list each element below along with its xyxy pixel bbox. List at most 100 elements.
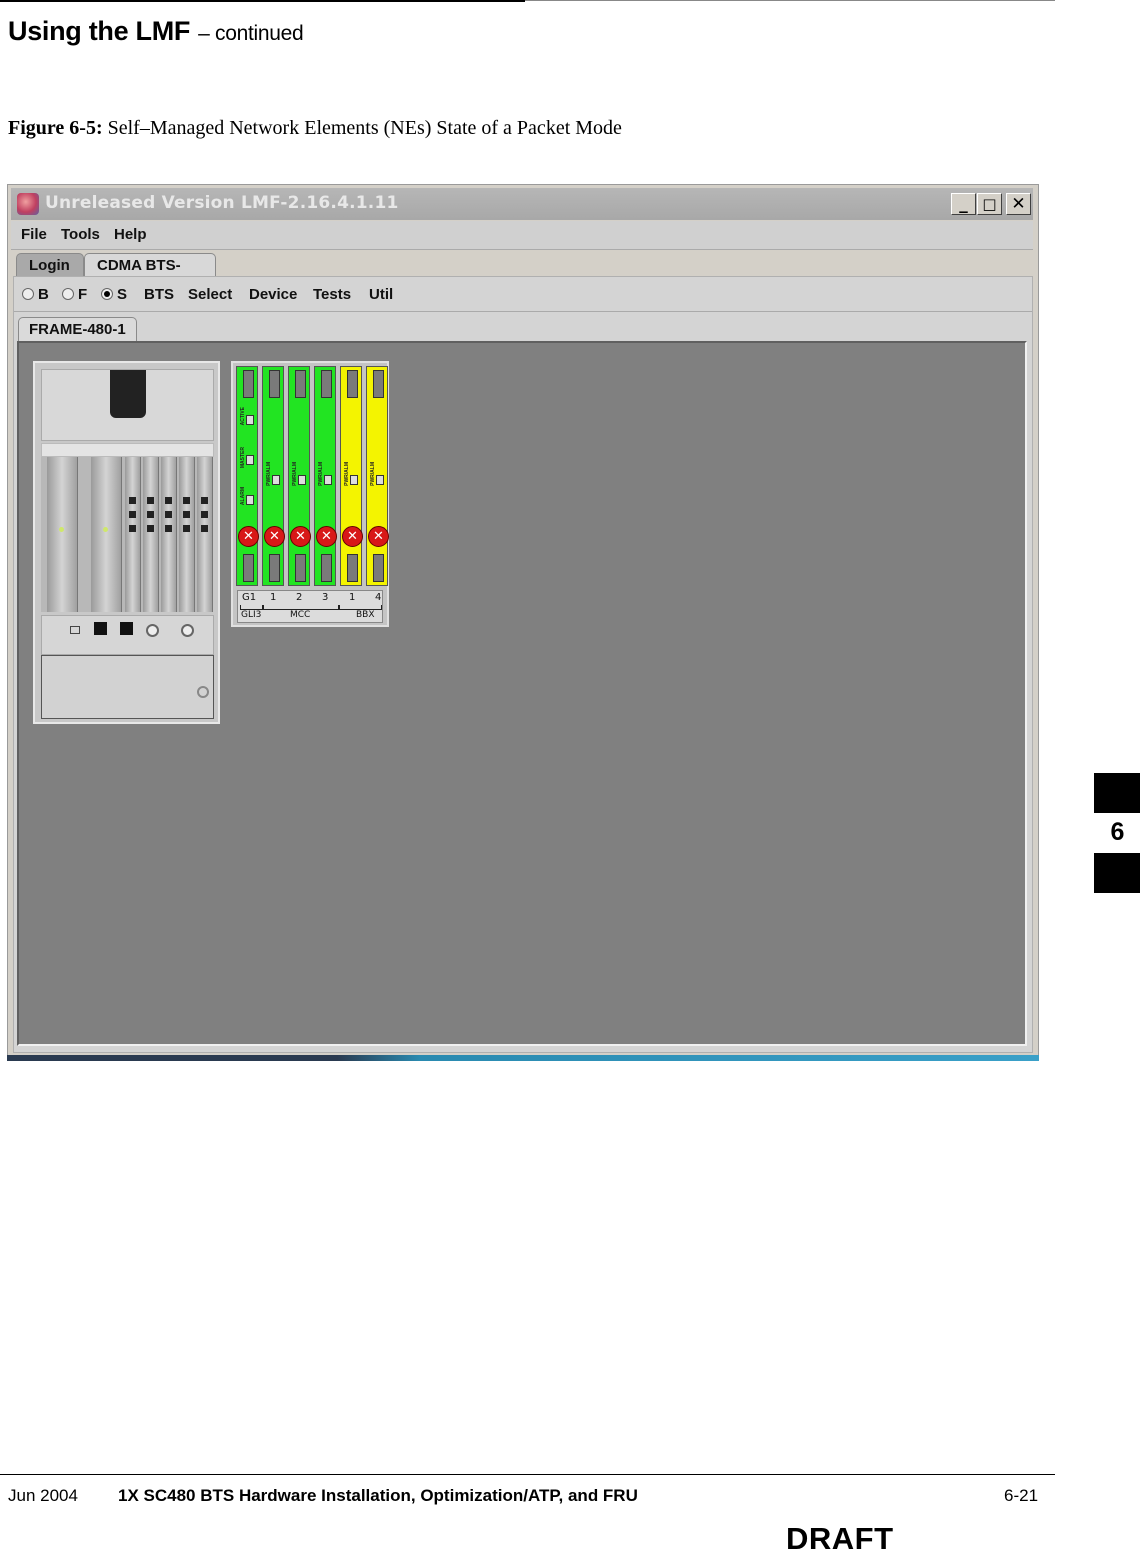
port-icon [201, 497, 208, 504]
ejector-lever [373, 554, 384, 582]
port-icon [183, 511, 190, 518]
module-card-bbx-4[interactable]: PWR/ALM ✕ [366, 366, 389, 586]
fan-module [41, 369, 214, 441]
maximize-button[interactable]: □ [977, 193, 1002, 215]
slot-label: 4 [375, 592, 382, 603]
slot-label: 2 [296, 592, 303, 603]
tab-frame-480-1[interactable]: FRAME-480-1 [18, 317, 137, 342]
ejector-lever [269, 370, 280, 398]
menu-select[interactable]: Select [188, 286, 232, 303]
bts-frame-image [33, 361, 220, 724]
ejector-lever [269, 554, 280, 582]
module-card-bbx-1[interactable]: PWR/ALM ✕ [340, 366, 363, 586]
error-x-icon: ✕ [316, 526, 337, 547]
module-card-mcc-3[interactable]: PWR/ALM ✕ [314, 366, 337, 586]
menu-help[interactable]: Help [114, 226, 147, 243]
module-card-gli3-g1[interactable]: ACTIVE MASTER ALARM ✕ [236, 366, 259, 586]
port-icon [147, 525, 154, 532]
error-x-icon: ✕ [342, 526, 363, 547]
led-indicator-icon [246, 495, 254, 505]
status-led-icon [103, 527, 108, 532]
ejector-lever [373, 370, 384, 398]
rj45-port-icon [120, 622, 133, 635]
frame-view: ACTIVE MASTER ALARM ✕ PWR/ALM ✕ PWR/ALM ✕ PWR/AL… [17, 341, 1027, 1046]
port-icon [201, 511, 208, 518]
module-card-mcc-1[interactable]: PWR/ALM ✕ [262, 366, 285, 586]
coax-connector-icon [181, 624, 194, 637]
minimize-button[interactable]: _ [951, 193, 976, 215]
chapter-tab-marker [1094, 773, 1140, 813]
module-panel: ACTIVE MASTER ALARM ✕ PWR/ALM ✕ PWR/ALM ✕ PWR/AL… [231, 361, 389, 627]
shelf-card [161, 457, 177, 612]
page-header-title: Using the LMF [8, 16, 191, 46]
menu-device[interactable]: Device [249, 286, 297, 303]
ejector-lever [321, 370, 332, 398]
radio-b[interactable] [22, 288, 34, 300]
led-indicator-icon [298, 475, 306, 485]
shelf-card [91, 457, 122, 612]
port-icon [129, 511, 136, 518]
led-indicator-icon [350, 475, 358, 485]
group-label-gli3: GLI3 [241, 610, 262, 620]
rj45-port-icon [94, 622, 107, 635]
radio-s[interactable] [101, 288, 113, 300]
error-x-icon: ✕ [238, 526, 259, 547]
tab-cdma-bts-480[interactable]: CDMA BTS-480 [84, 253, 216, 298]
draft-watermark: DRAFT [786, 1521, 894, 1556]
footer-date: Jun 2004 [8, 1486, 78, 1505]
menu-bts[interactable]: BTS [144, 286, 174, 303]
radio-b-label: B [38, 286, 49, 303]
menu-tests[interactable]: Tests [313, 286, 351, 303]
page-header-continued: – continued [198, 22, 304, 45]
usb-port-icon [70, 626, 80, 634]
shelf-card [143, 457, 159, 612]
port-icon [129, 525, 136, 532]
group-label-bbx: BBX [356, 610, 375, 620]
footer-title: 1X SC480 BTS Hardware Installation, Opti… [118, 1486, 638, 1505]
bts-panel: B F S BTS Select Device Tests Util FRAME… [13, 276, 1033, 1053]
figure-caption-text: Self–Managed Network Elements (NEs) Stat… [107, 117, 622, 139]
led-indicator-icon [376, 475, 384, 485]
module-card-mcc-2[interactable]: PWR/ALM ✕ [288, 366, 311, 586]
ejector-lever [295, 370, 306, 398]
radio-f-label: F [78, 286, 88, 303]
shelf-card [47, 457, 78, 612]
error-x-icon: ✕ [290, 526, 311, 547]
page-header: Using the LMF – continued [8, 16, 304, 47]
radio-s-label: S [117, 286, 128, 303]
window-title: Unreleased Version LMF-2.16.4.1.11 [45, 193, 399, 213]
tab-login[interactable]: Login [16, 253, 84, 277]
shelf-card [197, 457, 213, 612]
title-bar[interactable]: Unreleased Version LMF-2.16.4.1.11 _ □ ✕ [11, 188, 1033, 220]
slot-label: 1 [349, 592, 356, 603]
bottom-drawer [41, 655, 214, 719]
app-logo-icon [17, 193, 39, 215]
ejector-lever [243, 370, 254, 398]
page-number: 6-21 [1004, 1486, 1039, 1505]
menu-util[interactable]: Util [369, 286, 393, 303]
port-icon [147, 497, 154, 504]
bts-toolbar: B F S BTS Select Device Tests Util [14, 277, 1032, 312]
error-x-icon: ✕ [368, 526, 389, 547]
figure-caption: Figure 6-5: Self–Managed Network Element… [8, 117, 622, 140]
led-indicator-icon [246, 415, 254, 425]
menu-bar: File Tools Help [11, 221, 1033, 250]
ejector-lever [347, 370, 358, 398]
slot-label-bar: G1 1 2 3 1 4 GLI3 MCC BBX [237, 590, 383, 623]
port-icon [165, 525, 172, 532]
port-icon [165, 497, 172, 504]
shelf-card [125, 457, 141, 612]
menu-file[interactable]: File [21, 226, 47, 243]
status-led-icon [59, 527, 64, 532]
ejector-lever [295, 554, 306, 582]
slot-label: 3 [322, 592, 329, 603]
radio-f[interactable] [62, 288, 74, 300]
ejector-lever [321, 554, 332, 582]
chapter-tab-marker [1094, 853, 1140, 893]
header-rule-thin [525, 0, 1055, 1]
thumbscrew-icon [197, 686, 209, 698]
port-icon [183, 525, 190, 532]
close-button[interactable]: ✕ [1006, 193, 1031, 215]
fan-opening [110, 370, 146, 418]
menu-tools[interactable]: Tools [61, 226, 100, 243]
